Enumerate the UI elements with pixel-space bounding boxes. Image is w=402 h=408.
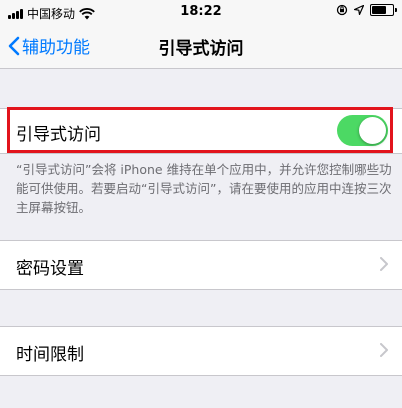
location-icon [354,5,364,15]
passcode-settings-row[interactable]: 密码设置 [0,240,402,290]
passcode-settings-label: 密码设置 [16,259,84,279]
orientation-lock-icon [336,4,348,16]
status-bar: 中国移动 18:22 [0,0,402,24]
guided-access-row: 引导式访问 [0,108,402,154]
page-title: 引导式访问 [158,39,244,59]
toggle-knob [359,117,386,144]
battery-fill [372,6,386,14]
guided-access-toggle[interactable] [337,115,388,146]
time-limits-row[interactable]: 时间限制 [0,326,402,376]
nav-bar: 辅助功能 引导式访问 [0,24,402,69]
time-limits-label: 时间限制 [16,345,84,365]
guided-access-label: 引导式访问 [16,125,101,145]
status-right [336,4,397,16]
guided-access-description: “引导式访问”会将 iPhone 维持在单个应用中，并允许您控制哪些功能可供使用… [16,162,392,215]
chevron-right-icon [380,343,388,357]
battery-icon [370,4,397,16]
chevron-right-icon [380,257,388,271]
